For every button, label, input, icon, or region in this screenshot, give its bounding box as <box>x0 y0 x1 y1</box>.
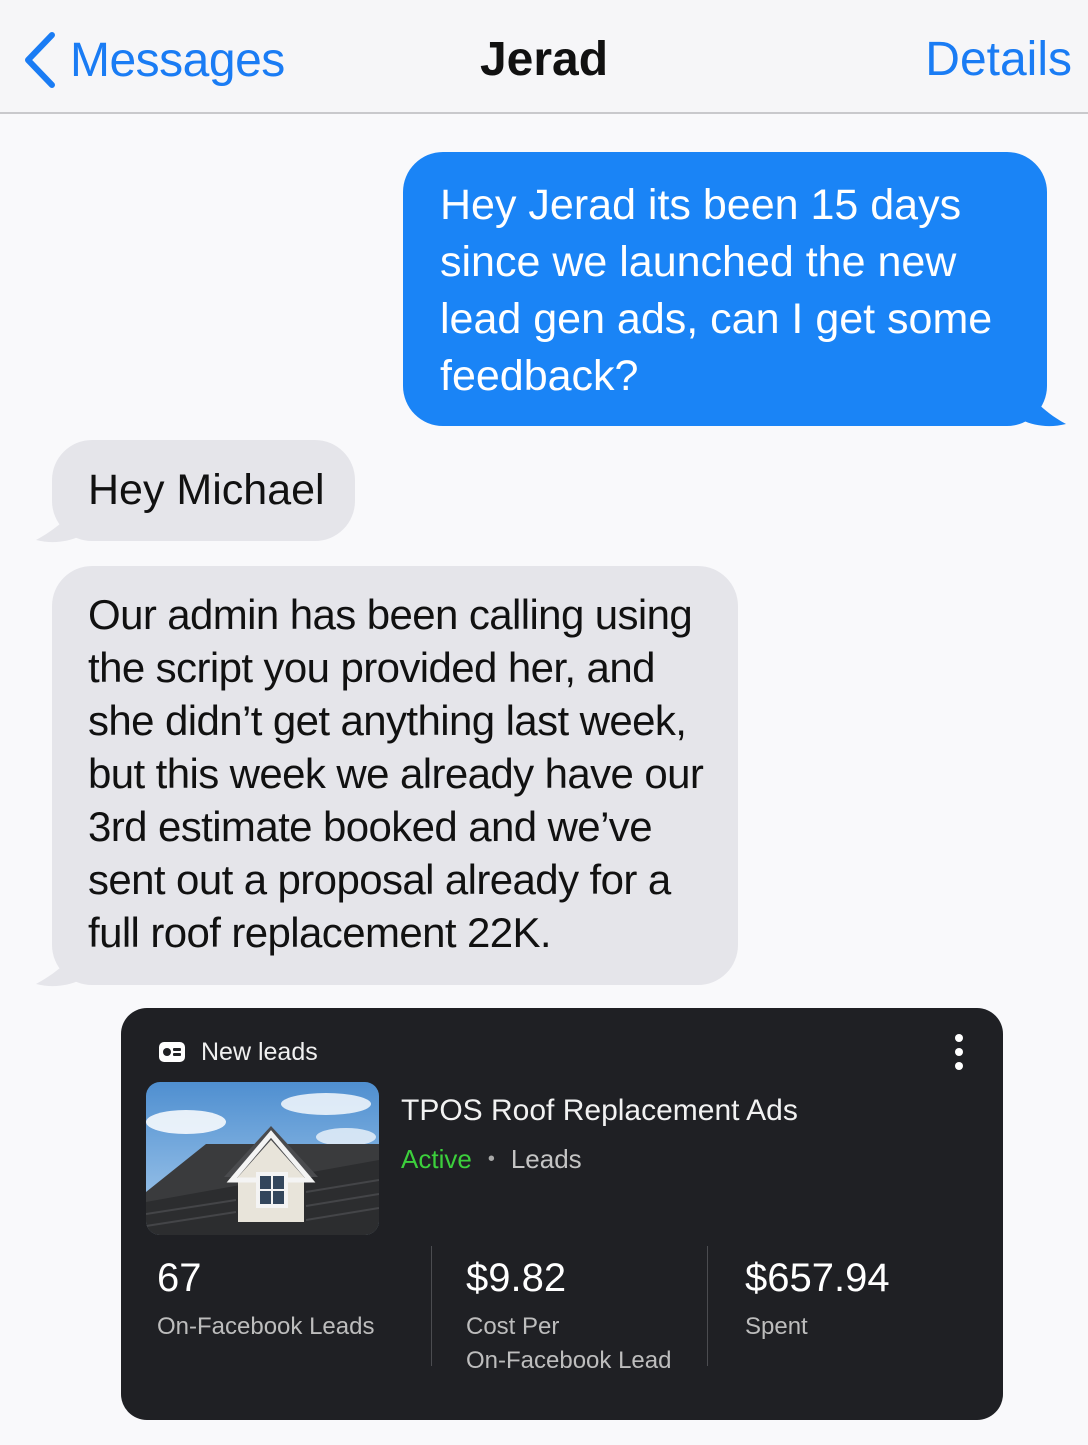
card-header: New leads <box>159 1032 318 1072</box>
stat-value: $657.94 <box>745 1256 890 1300</box>
stat-label: On-Facebook Leads <box>157 1313 375 1340</box>
stat-value: $9.82 <box>466 1256 567 1300</box>
ad-thumbnail-image <box>146 1082 379 1235</box>
campaign-type: Leads <box>510 1144 582 1174</box>
id-card-icon <box>159 1042 185 1062</box>
stat-label: Spent <box>745 1313 808 1340</box>
stat-label-line: Cost Per <box>466 1313 560 1340</box>
message-text: Our admin has been calling using the scr… <box>88 591 704 956</box>
ad-campaign-title[interactable]: TPOS Roof Replacement Ads <box>401 1094 798 1128</box>
nav-bar: Messages Jerad Details <box>0 0 1088 114</box>
stat-label: Cost Per On-Facebook Lead <box>466 1310 671 1378</box>
more-options-icon[interactable] <box>949 1030 969 1074</box>
ad-leads-card[interactable]: New leads TPOS Roof Replacement Ads Acti… <box>121 1008 1003 1420</box>
message-text: Hey Jerad its been 15 days since we laun… <box>440 181 993 400</box>
stat-label-line: On-Facebook Lead <box>466 1347 672 1374</box>
stat-spent: $657.94 Spent <box>745 1254 890 1344</box>
incoming-message[interactable]: Our admin has been calling using the scr… <box>52 566 738 985</box>
outgoing-message[interactable]: Hey Jerad its been 15 days since we laun… <box>403 152 1047 426</box>
incoming-bubble-tail <box>36 946 82 987</box>
details-button[interactable]: Details <box>925 30 1072 90</box>
ad-status-row: Active • Leads <box>401 1144 582 1175</box>
message-text: Hey Michael <box>88 466 325 514</box>
stat-leads: 67 On-Facebook Leads <box>157 1254 374 1344</box>
stat-cost-per-lead: $9.82 Cost Per On-Facebook Lead <box>466 1254 671 1378</box>
stat-value: 67 <box>157 1256 202 1300</box>
stat-divider <box>431 1246 432 1366</box>
incoming-message[interactable]: Hey Michael <box>52 440 355 541</box>
stat-divider <box>707 1246 708 1366</box>
incoming-bubble-tail <box>36 502 82 543</box>
separator-dot-icon: • <box>487 1148 495 1170</box>
card-header-label: New leads <box>201 1037 318 1066</box>
outgoing-bubble-tail <box>1020 384 1066 427</box>
status-badge: Active <box>401 1144 472 1174</box>
